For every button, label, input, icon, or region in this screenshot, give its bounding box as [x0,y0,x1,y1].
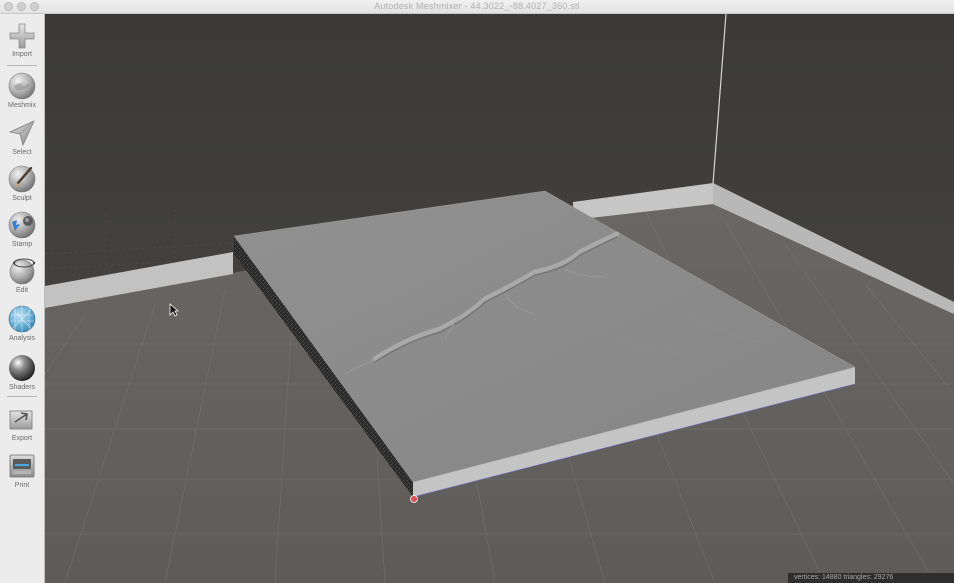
select-button[interactable]: Select [0,118,44,156]
edit-label: Edit [15,287,29,294]
export-label: Export [11,435,33,442]
edit-button[interactable]: Edit [0,256,44,294]
analysis-mesh-icon [8,305,36,333]
select-label: Select [12,149,32,156]
export-icon [9,410,33,430]
shader-ball-icon [9,355,35,381]
plus-icon [9,23,35,49]
analysis-button[interactable]: Analysis [0,304,44,342]
title-bar[interactable]: Autodesk Meshmixer - 44.3022_-88.4027_36… [0,0,954,14]
meshmixer-window: Autodesk Meshmixer - 44.3022_-88.4027_36… [0,0,954,583]
select-arrow-icon [8,120,35,147]
shaders-label: Shaders [8,384,36,391]
analysis-label: Analysis [8,335,36,342]
print-label: Print [14,482,30,489]
meshmix-sphere-icon [8,72,36,100]
shaders-button[interactable]: Shaders [0,353,44,391]
scene-canvas [45,14,954,583]
sculpt-brush-icon [8,165,36,193]
printer-icon [9,454,35,478]
meshmix-button[interactable]: Meshmix [0,71,44,109]
import-button[interactable]: Import [0,22,44,58]
mouse-cursor-icon [169,303,180,322]
pivot-marker[interactable] [410,495,418,503]
export-button[interactable]: Export [0,404,44,442]
import-label: Import [12,51,32,58]
tool-sidebar: Import Meshmix Select Sculpt Stamp Edit … [0,14,45,583]
3d-viewport[interactable]: vertices: 14880 triangles: 29276 [45,14,954,583]
window-title: Autodesk Meshmixer - 44.3022_-88.4027_36… [374,1,580,11]
edit-sphere-icon [9,258,36,285]
stamp-label: Stamp [11,241,33,248]
print-button[interactable]: Print [0,451,44,489]
sculpt-label: Sculpt [12,195,32,202]
stamp-icon [8,211,36,239]
toolbar-divider [7,396,37,397]
meshmix-label: Meshmix [7,102,36,109]
toolbar-divider [7,65,37,66]
mesh-stats-status: vertices: 14880 triangles: 29276 [788,573,954,583]
stamp-button[interactable]: Stamp [0,210,44,248]
sculpt-button[interactable]: Sculpt [0,164,44,202]
